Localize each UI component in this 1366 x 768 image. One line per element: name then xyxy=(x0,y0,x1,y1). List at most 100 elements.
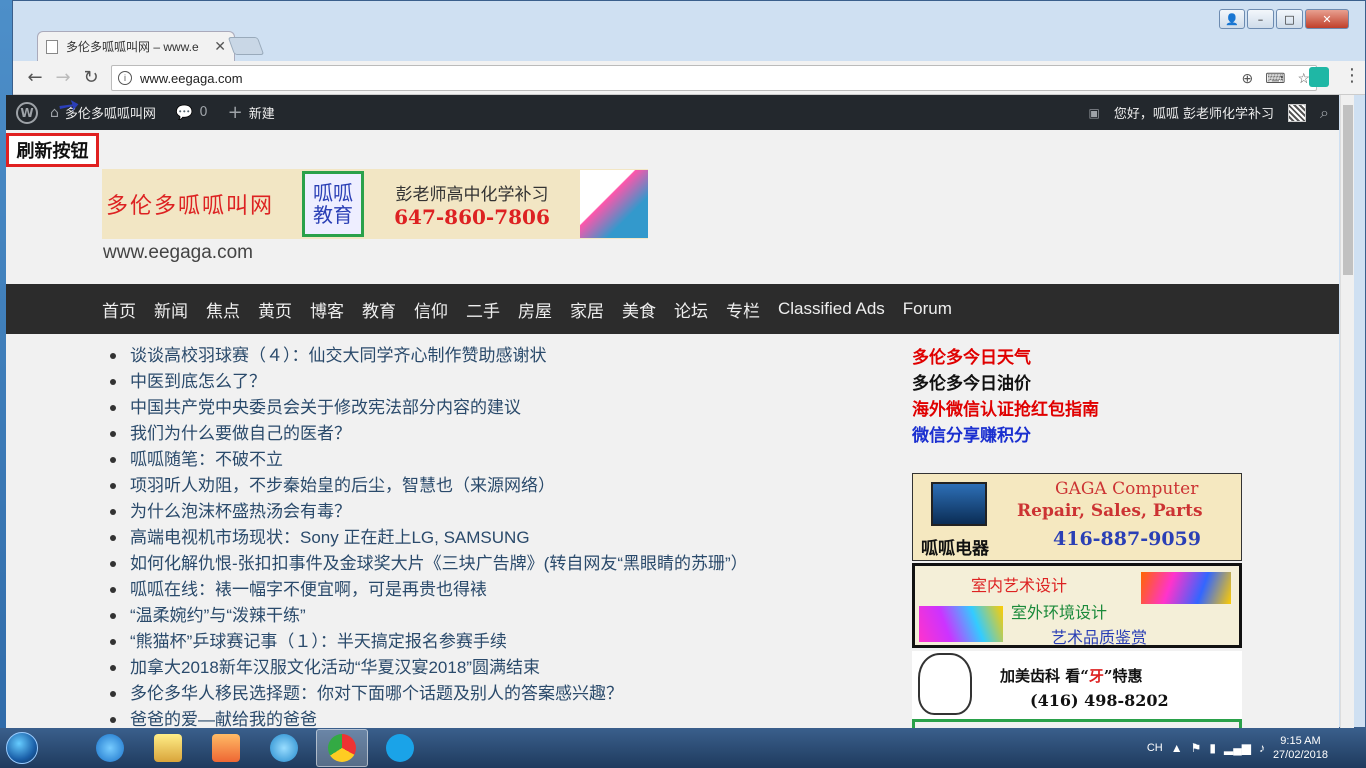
media-player-icon xyxy=(212,734,240,762)
maximize-button[interactable]: □ xyxy=(1276,9,1303,29)
taskbar-cloud[interactable] xyxy=(258,729,310,767)
taskbar-explorer[interactable] xyxy=(142,729,194,767)
nav-item[interactable]: 黄页 xyxy=(258,297,292,322)
ad-partial[interactable] xyxy=(912,719,1242,728)
cloud-icon xyxy=(270,734,298,762)
tab-close-icon[interactable]: ✕ xyxy=(214,38,226,55)
computer-icon xyxy=(931,482,987,526)
post-link[interactable]: 呱呱在线：裱一幅字不便宜啊，可是再贵也得裱 xyxy=(110,577,910,603)
translate-icon[interactable]: ⌨ xyxy=(1265,70,1285,87)
windows-orb-icon xyxy=(6,732,38,764)
taskbar-skype[interactable] xyxy=(374,729,426,767)
nav-item[interactable]: Forum xyxy=(903,299,952,319)
nav-item[interactable]: 首页 xyxy=(102,297,136,322)
clock-date: 27/02/2018 xyxy=(1272,749,1328,761)
menu-icon[interactable]: ⋮ xyxy=(1343,65,1361,86)
language-indicator[interactable]: CH xyxy=(1147,742,1163,754)
taskbar-chrome[interactable] xyxy=(316,729,368,767)
post-list: 谈谈高校羽球赛（４）：仙交大同学齐心制作赞助感谢状 中医到底怎么了？ 中国共产党中央… xyxy=(110,343,910,728)
ad-design[interactable]: 室内艺术设计 室外环境设计 艺术品质鉴赏 xyxy=(912,563,1242,648)
site-logo-banner[interactable]: 多伦多呱呱叫网 呱呱教育 彭老师高中化学补习 647-860-7806 xyxy=(102,169,648,239)
site-info-icon[interactable]: i xyxy=(118,71,132,85)
page-scrollbar[interactable] xyxy=(1340,95,1354,728)
page-icon xyxy=(46,39,58,54)
tab-title: 多伦多呱呱叫网 – www.e xyxy=(66,40,199,54)
ad-dental-title-pre: 加美齿科 看“ xyxy=(1000,667,1089,685)
flag-icon[interactable]: ⚑ xyxy=(1191,741,1202,755)
folder-icon xyxy=(154,734,182,762)
nav-item[interactable]: 专栏 xyxy=(726,297,760,322)
close-button[interactable]: ✕ xyxy=(1305,9,1349,29)
start-button[interactable] xyxy=(0,728,44,768)
new-tab-button[interactable] xyxy=(227,37,265,55)
post-link[interactable]: 爸爸的爱—献给我的爸爸 xyxy=(110,707,910,728)
post-link[interactable]: 谈谈高校羽球赛（４）：仙交大同学齐心制作赞助感谢状 xyxy=(110,343,910,369)
taskbar: CH ▲ ⚑ ▮ ▂▄▆ ♪ 9:15 AM 27/02/2018 xyxy=(0,728,1366,768)
post-link[interactable]: 我们为什么要做自己的医者？ xyxy=(110,421,910,447)
user-profile-button[interactable]: 👤 xyxy=(1219,9,1245,29)
back-button[interactable]: ← xyxy=(21,64,49,92)
zoom-icon[interactable]: ⊕ xyxy=(1241,70,1253,87)
post-link[interactable]: 如何化解仇恨-张扣扣事件及金球奖大片《三块广告牌》(转自网友“黑眼睛的苏珊”） xyxy=(110,551,910,577)
banner-left-text: 多伦多呱呱叫网 xyxy=(106,194,275,219)
nav-item[interactable]: 博客 xyxy=(310,297,344,322)
nav-item[interactable]: 房屋 xyxy=(518,297,552,322)
sidebar-link[interactable]: 微信分享赚积分 xyxy=(912,423,1099,449)
post-link[interactable]: 加拿大2018新年汉服文化活动“华夏汉宴2018”圆满结束 xyxy=(110,655,910,681)
taskbar-ie[interactable] xyxy=(84,729,136,767)
tray-expand-icon[interactable]: ▲ xyxy=(1171,741,1183,755)
avatar[interactable] xyxy=(1288,103,1307,122)
post-link[interactable]: 中国共产党中央委员会关于修改宪法部分内容的建议 xyxy=(110,395,910,421)
taskbar-media[interactable] xyxy=(200,729,252,767)
ad-design-line1: 室内艺术设计 xyxy=(971,576,1068,595)
forward-button[interactable]: → xyxy=(49,64,77,92)
ad-dental-title-post: ”特惠 xyxy=(1103,667,1143,685)
site-url-text[interactable]: www.eegaga.com xyxy=(103,242,253,264)
post-link[interactable]: 中医到底怎么了？ xyxy=(110,369,910,395)
chat-icon[interactable]: ▣ xyxy=(1089,106,1100,120)
nav-item[interactable]: Classified Ads xyxy=(778,299,885,319)
post-link[interactable]: “熊猫杯”乒球赛记事（１）：半天搞定报名参赛手续 xyxy=(110,629,910,655)
nav-item[interactable]: 家居 xyxy=(570,297,604,322)
nav-item[interactable]: 信仰 xyxy=(414,297,448,322)
banner-illustration xyxy=(580,170,648,238)
extension-icon[interactable] xyxy=(1309,67,1329,87)
reload-button[interactable]: ↻ xyxy=(77,64,105,92)
browser-tab[interactable]: 多伦多呱呱叫网 – www.e ✕ xyxy=(37,31,235,61)
nav-item[interactable]: 新闻 xyxy=(154,297,188,322)
ad-computer-brand: 呱呱电器 xyxy=(921,539,989,559)
nav-item[interactable]: 二手 xyxy=(466,297,500,322)
address-bar[interactable]: i www.eegaga.com ⊕ ⌨ ☆ xyxy=(111,65,1317,91)
nav-item[interactable]: 焦点 xyxy=(206,297,240,322)
clock[interactable]: 9:15 AM 27/02/2018 xyxy=(1273,734,1328,762)
admin-search-icon[interactable]: ⌕ xyxy=(1320,103,1329,123)
minimize-button[interactable]: – xyxy=(1247,9,1274,29)
post-link[interactable]: 为什么泡沫杯盛热汤会有毒？ xyxy=(110,499,910,525)
wordpress-logo-icon[interactable]: W xyxy=(16,101,38,124)
network-icon[interactable]: ▮ xyxy=(1209,741,1216,755)
nav-item[interactable]: 美食 xyxy=(622,297,656,322)
post-link[interactable]: 高端电视机市场现状：Sony 正在赶上LG, SAMSUNG xyxy=(110,525,910,551)
post-link[interactable]: 项羽听人劝阻，不步秦始皇的后尘，智慧也（来源网络） xyxy=(110,473,910,499)
ad-computer[interactable]: GAGA Computer Repair, Sales, Parts 呱呱电器 … xyxy=(912,473,1242,561)
sidebar-link[interactable]: 海外微信认证抢红包指南 xyxy=(912,397,1099,423)
signal-icon[interactable]: ▂▄▆ xyxy=(1224,741,1251,755)
banner-line1: 彭老师高中化学补习 xyxy=(395,184,549,205)
admin-new[interactable]: + 新建 xyxy=(228,102,275,123)
nav-item[interactable]: 教育 xyxy=(362,297,396,322)
scrollbar-thumb[interactable] xyxy=(1343,105,1353,275)
ad-dental[interactable]: 加美齿科 看“牙”特惠 (416) 498-8202 xyxy=(912,651,1242,721)
post-link[interactable]: 呱呱随笔：不破不立 xyxy=(110,447,910,473)
nav-item[interactable]: 论坛 xyxy=(674,297,708,322)
admin-comments[interactable]: 💬 0 xyxy=(176,105,208,121)
post-link[interactable]: 多伦多华人移民选择题：你对下面哪个话题及别人的答案感兴趣？ xyxy=(110,681,910,707)
clock-time: 9:15 AM xyxy=(1280,735,1321,747)
post-link[interactable]: “温柔婉约”与“泼辣干练” xyxy=(110,603,910,629)
sidebar-link[interactable]: 多伦多今日天气 xyxy=(912,345,1099,371)
ad-dental-phone: (416) 498-8202 xyxy=(1030,691,1169,710)
sidebar-link[interactable]: 多伦多今日油价 xyxy=(912,371,1099,397)
volume-icon[interactable]: ♪ xyxy=(1259,741,1265,755)
tab-strip: 多伦多呱呱叫网 – www.e ✕ 👤 – □ ✕ xyxy=(13,1,1365,61)
chrome-icon xyxy=(328,734,356,762)
admin-greeting[interactable]: 您好，呱呱 彭老师化学补习 xyxy=(1114,103,1274,122)
